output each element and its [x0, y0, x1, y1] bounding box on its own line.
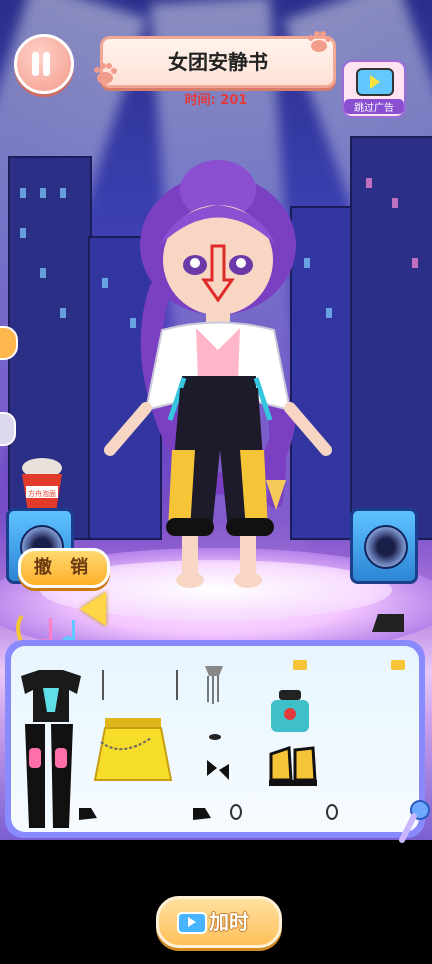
paw-icon [308, 31, 331, 52]
wardrobe-item-earring-a[interactable] [99, 670, 107, 702]
wardrobe-item-hairclip-a[interactable] [293, 660, 307, 670]
skip-ad-label: 跳过广告 [344, 99, 404, 114]
wardrobe-item-stud-a[interactable] [229, 804, 243, 820]
wardrobe-item-yellow-skirt[interactable] [91, 718, 175, 784]
noodle-cup-label: 方舟泡面 [28, 489, 56, 498]
paw-icon [94, 63, 117, 84]
title-banner: 女团安静书 [100, 36, 336, 88]
wardrobe-item-stud-b[interactable] [325, 804, 339, 820]
side-menu-tab[interactable] [0, 412, 16, 446]
game-title: 女团安静书 [168, 50, 268, 74]
wardrobe-item-thigh-boots[interactable] [21, 720, 77, 836]
dress-up-character [104, 160, 332, 588]
wardrobe-item-hairclip-b[interactable] [391, 660, 405, 670]
wardrobe-item-ring[interactable] [207, 732, 223, 742]
wardrobe-item-earring-b[interactable] [173, 670, 181, 702]
wardrobe-item-teal-bag[interactable] [269, 690, 311, 734]
microphone-icon [399, 800, 430, 843]
wardrobe-panel [5, 640, 425, 838]
wardrobe-item-tassel-earring[interactable] [199, 662, 229, 706]
tv-icon [356, 68, 394, 96]
wardrobe-item-small-shoe-b[interactable] [191, 806, 213, 822]
building-backdrop [350, 136, 432, 540]
pause-icon [32, 52, 39, 76]
pause-button[interactable] [14, 34, 74, 94]
floor-light-icon [372, 614, 404, 632]
speaker-right [350, 508, 418, 584]
wardrobe-item-bow-tie[interactable] [205, 758, 231, 782]
video-icon [177, 912, 207, 934]
wardrobe-item-crop-top[interactable] [15, 668, 87, 724]
add-time-button[interactable]: 加时 [156, 896, 282, 948]
undo-button[interactable]: 撤 销 [18, 548, 110, 588]
add-time-label: 加时 [209, 910, 249, 934]
wardrobe-items-area [11, 646, 419, 832]
wardrobe-item-sneakers[interactable] [269, 746, 317, 788]
wardrobe-item-small-shoe-a[interactable] [77, 806, 99, 822]
noodle-cup-prop: 方舟泡面 [22, 458, 62, 512]
skip-ad-button[interactable]: 跳过广告 [342, 60, 406, 118]
